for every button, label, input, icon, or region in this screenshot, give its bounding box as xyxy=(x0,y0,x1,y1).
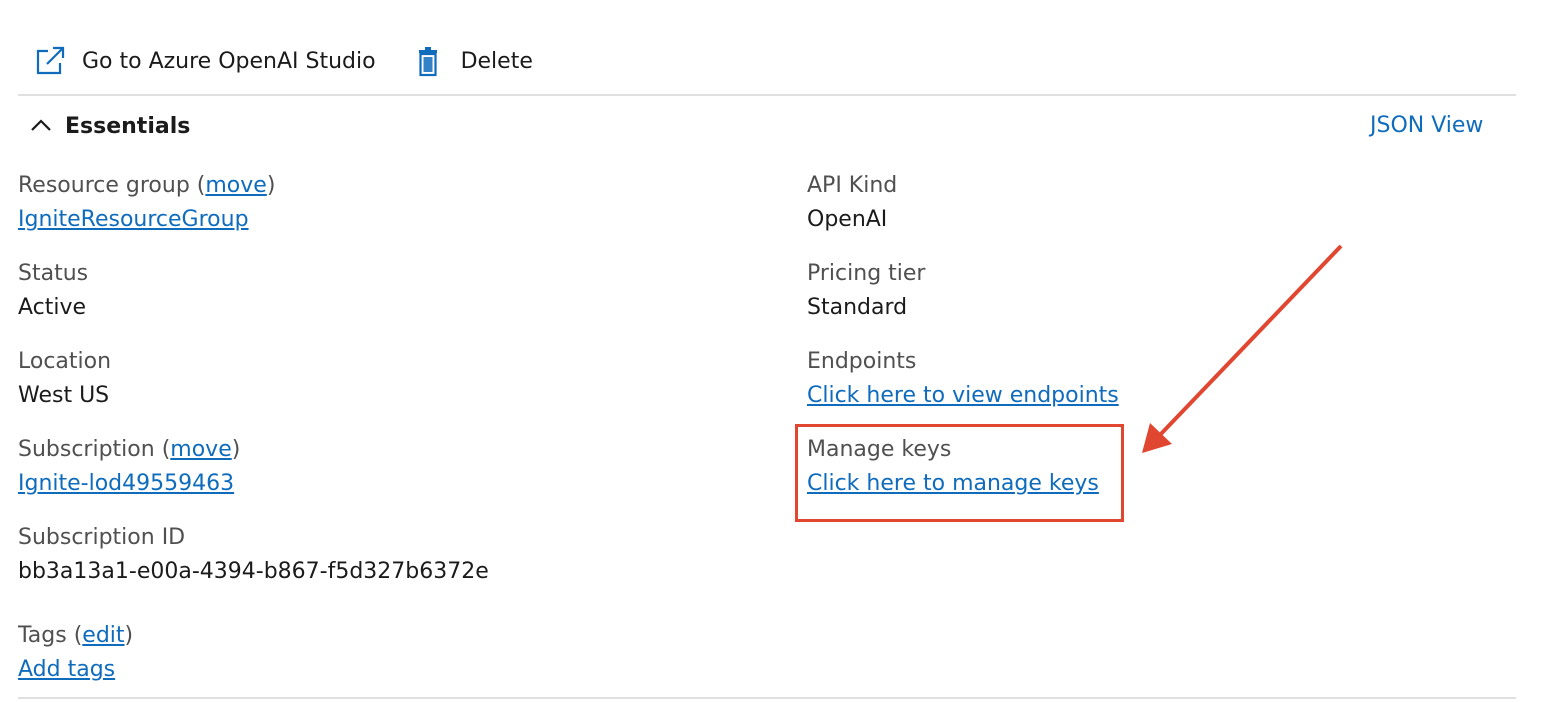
subscription-value-link[interactable]: Ignite-lod49559463 xyxy=(18,471,234,496)
annotation-arrow-icon xyxy=(1142,244,1343,453)
chevron-up-icon xyxy=(30,115,52,137)
go-to-azure-openai-studio-label: Go to Azure OpenAI Studio xyxy=(82,48,376,74)
location-label: Location xyxy=(18,349,112,374)
command-bar: Go to Azure OpenAI Studio Delete xyxy=(30,40,533,82)
pricing-tier-field: Pricing tier Standard xyxy=(807,258,925,326)
pricing-tier-value: Standard xyxy=(807,295,908,320)
tags-edit-link[interactable]: edit xyxy=(82,623,124,648)
subscription-move-link[interactable]: move xyxy=(170,437,231,462)
status-value: Active xyxy=(18,295,87,320)
subscription-id-value: bb3a13a1-e00a-4394-b867-f5d327b6372e xyxy=(18,559,489,584)
tags-label: Tags xyxy=(18,623,67,648)
api-kind-field: API Kind OpenAI xyxy=(807,170,897,238)
status-field: Status Active xyxy=(18,258,88,326)
essentials-title: Essentials xyxy=(65,113,191,139)
subscription-id-field: Subscription ID bb3a13a1-e00a-4394-b867-… xyxy=(18,522,489,590)
open-external-icon xyxy=(30,42,68,80)
json-view-link[interactable]: JSON View xyxy=(1370,108,1483,144)
endpoints-label: Endpoints xyxy=(807,349,917,374)
manage-keys-highlight-box xyxy=(795,424,1124,522)
add-tags-link[interactable]: Add tags xyxy=(18,657,115,682)
toolbar-divider xyxy=(18,94,1516,96)
pricing-tier-label: Pricing tier xyxy=(807,261,926,286)
location-field: Location West US xyxy=(18,346,111,414)
view-endpoints-link[interactable]: Click here to view endpoints xyxy=(807,383,1119,408)
location-value: West US xyxy=(18,383,110,408)
trash-icon xyxy=(409,42,447,80)
delete-label: Delete xyxy=(460,48,533,74)
resource-group-value-link[interactable]: IgniteResourceGroup xyxy=(18,207,249,232)
subscription-field: Subscription (move) Ignite-lod49559463 xyxy=(18,437,241,496)
api-kind-label: API Kind xyxy=(807,173,898,198)
delete-button[interactable]: Delete xyxy=(409,42,533,80)
essentials-bottom-divider xyxy=(18,697,1516,699)
resource-group-field: Resource group (move) IgniteResourceGrou… xyxy=(18,173,276,232)
status-label: Status xyxy=(18,261,89,286)
endpoints-field: Endpoints Click here to view endpoints xyxy=(807,346,1119,414)
subscription-label: Subscription xyxy=(18,437,155,462)
essentials-toggle[interactable]: Essentials xyxy=(30,108,190,144)
resource-group-label: Resource group xyxy=(18,173,190,198)
resource-group-move-link[interactable]: move xyxy=(205,173,266,198)
subscription-id-label: Subscription ID xyxy=(18,525,186,550)
api-kind-value: OpenAI xyxy=(807,207,888,232)
go-to-azure-openai-studio-button[interactable]: Go to Azure OpenAI Studio xyxy=(30,42,376,80)
tags-field: Tags (edit) Add tags xyxy=(18,623,134,682)
